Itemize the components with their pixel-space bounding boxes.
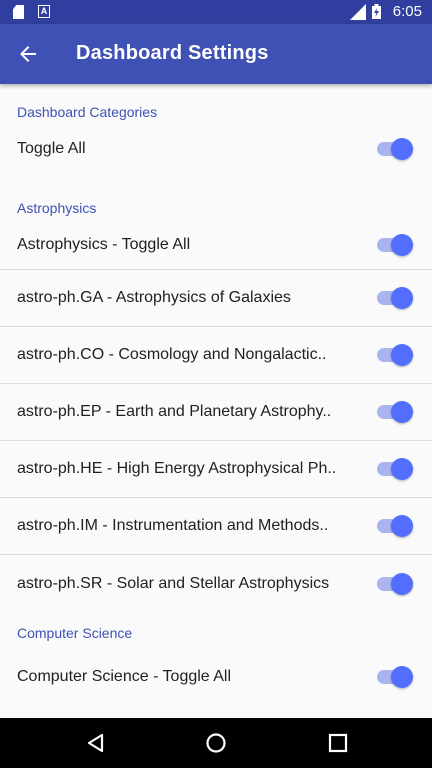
pref-label: astro-ph.CO - Cosmology and Nongalactic.… bbox=[17, 346, 327, 363]
pref-label: Astrophysics - Toggle All bbox=[17, 235, 191, 253]
pref-label: astro-ph.EP - Earth and Planetary Astrop… bbox=[17, 403, 332, 420]
circle-home-icon bbox=[206, 733, 226, 753]
nav-recents-button[interactable] bbox=[326, 731, 350, 755]
category-header: Computer Science bbox=[17, 625, 133, 641]
battery-charging-icon bbox=[371, 4, 381, 19]
back-button[interactable] bbox=[10, 36, 46, 72]
pref-row-astro-ph-ga[interactable]: astro-ph.GA - Astrophysics of Galaxies bbox=[0, 270, 432, 327]
clock: 6:05 bbox=[392, 3, 422, 20]
status-bar: A 6:05 bbox=[0, 0, 432, 24]
toggle-switch[interactable] bbox=[377, 344, 413, 366]
nav-back-button[interactable] bbox=[84, 731, 108, 755]
notification-a-icon: A bbox=[38, 5, 50, 18]
toggle-switch[interactable] bbox=[377, 666, 413, 688]
nav-home-button[interactable] bbox=[204, 731, 228, 755]
lte-signal-icon bbox=[349, 3, 366, 20]
toggle-switch[interactable] bbox=[377, 572, 413, 595]
pref-row-computer-science-toggle-all[interactable]: Computer Science - Toggle All bbox=[0, 652, 432, 702]
toggle-all-row[interactable]: Toggle All bbox=[0, 138, 432, 180]
pref-row-astrophysics-toggle-all[interactable]: Astrophysics - Toggle All bbox=[0, 220, 432, 270]
toggle-switch[interactable] bbox=[377, 138, 413, 160]
toggle-switch[interactable] bbox=[377, 233, 413, 256]
square-recents-icon bbox=[328, 733, 348, 753]
arrow-back-icon bbox=[20, 46, 36, 62]
pref-label: astro-ph.SR - Solar and Stellar Astrophy… bbox=[17, 574, 330, 592]
pref-label: astro-ph.IM - Instrumentation and Method… bbox=[17, 517, 329, 534]
pref-row-astro-ph-ep[interactable]: astro-ph.EP - Earth and Planetary Astrop… bbox=[0, 384, 432, 441]
app-bar: Dashboard Settings bbox=[0, 24, 432, 84]
category-header: Dashboard Categories bbox=[17, 104, 158, 120]
toggle-switch[interactable] bbox=[377, 515, 413, 537]
pref-label: Computer Science - Toggle All bbox=[17, 668, 232, 685]
toggle-switch[interactable] bbox=[377, 401, 413, 423]
pref-label: astro-ph.HE - High Energy Astrophysical … bbox=[17, 460, 337, 477]
navigation-bar bbox=[0, 718, 432, 768]
page-title: Dashboard Settings bbox=[76, 42, 269, 64]
pref-label: astro-ph.GA - Astrophysics of Galaxies bbox=[17, 289, 291, 306]
pref-row-astro-ph-im[interactable]: astro-ph.IM - Instrumentation and Method… bbox=[0, 498, 432, 555]
toggle-switch[interactable] bbox=[377, 458, 413, 480]
pref-label: Toggle All bbox=[17, 140, 86, 157]
settings-list[interactable]: Dashboard Categories Toggle All Astrophy… bbox=[0, 84, 432, 718]
sd-card-icon bbox=[13, 5, 24, 19]
toggle-switch[interactable] bbox=[377, 287, 413, 309]
pref-row-astro-ph-sr[interactable]: astro-ph.SR - Solar and Stellar Astrophy… bbox=[0, 555, 432, 612]
triangle-back-icon bbox=[87, 733, 104, 753]
pref-row-astro-ph-he[interactable]: astro-ph.HE - High Energy Astrophysical … bbox=[0, 441, 432, 498]
pref-row-astro-ph-co[interactable]: astro-ph.CO - Cosmology and Nongalactic.… bbox=[0, 327, 432, 384]
